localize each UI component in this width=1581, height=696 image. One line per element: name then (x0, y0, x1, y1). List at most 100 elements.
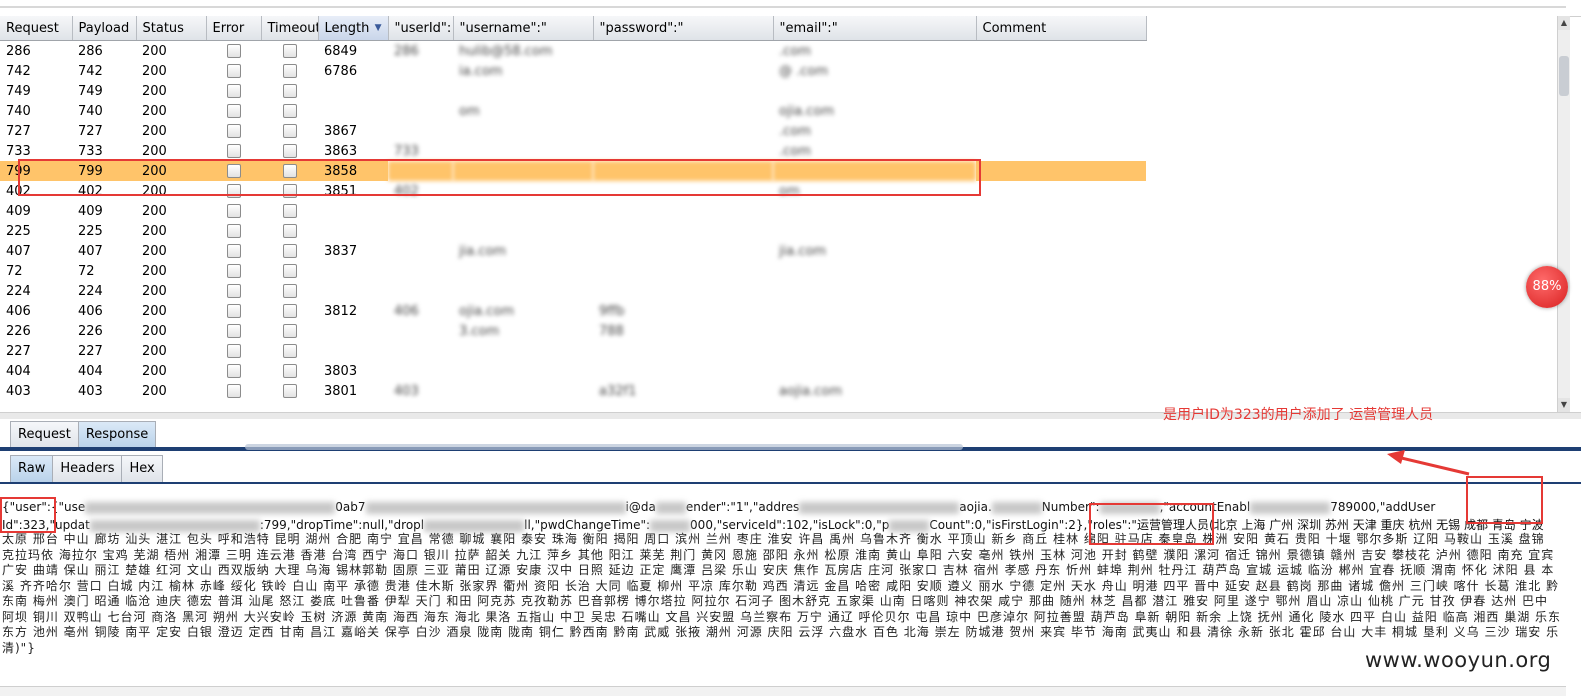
column-header[interactable]: Timeout (261, 16, 319, 41)
timeout-checkbox[interactable] (282, 124, 297, 138)
table-row[interactable]: 227 227 200 (0, 341, 1146, 361)
cell-comment (976, 121, 1146, 141)
cell-payload: 225 (78, 223, 103, 239)
tab-headers[interactable]: Headers (52, 455, 123, 482)
tab-response[interactable]: Response (77, 421, 157, 448)
scroll-down-icon[interactable]: ▼ (1558, 398, 1570, 412)
vertical-scrollbar[interactable]: ▲ ▼ (1557, 16, 1570, 412)
resp-fragment: i@da (625, 500, 656, 514)
table-row[interactable]: 749 749 200 (0, 81, 1146, 101)
column-header[interactable]: "password":" (593, 16, 774, 41)
checkbox-cell (206, 61, 261, 81)
error-checkbox[interactable] (226, 384, 241, 398)
error-checkbox[interactable] (226, 364, 241, 378)
checkbox-cell (261, 341, 318, 361)
error-checkbox[interactable] (226, 304, 241, 318)
cell-request: 403 (6, 383, 31, 399)
error-checkbox[interactable] (226, 284, 241, 298)
checkbox-cell (261, 361, 318, 381)
cell-comment (976, 201, 1146, 221)
error-checkbox[interactable] (226, 324, 241, 338)
scroll-up-icon[interactable]: ▲ (1558, 16, 1570, 30)
timeout-checkbox[interactable] (282, 244, 297, 258)
timeout-checkbox[interactable] (282, 324, 297, 338)
tab-request[interactable]: Request (10, 421, 79, 448)
error-checkbox[interactable] (226, 204, 241, 218)
percent-badge[interactable]: 88% (1526, 266, 1568, 308)
cell-payload: 226 (78, 323, 103, 339)
cell-payload: 727 (78, 123, 103, 139)
cell-payload: 406 (78, 303, 103, 319)
table-row[interactable]: 404 404 200 3803 (0, 361, 1146, 381)
table-row[interactable]: 403 403 200 3801 403 a32f1 aojia.com (0, 381, 1146, 401)
table-row[interactable]: 727 727 200 3867 .com (0, 121, 1146, 141)
table-row[interactable]: 740 740 200 om ojia.com (0, 101, 1146, 121)
column-header[interactable]: Request (0, 16, 73, 41)
resp-fragment: aojia. (959, 500, 992, 514)
column-header[interactable]: Payload (72, 16, 137, 41)
timeout-checkbox[interactable] (282, 44, 297, 58)
cell-status: 200 (142, 263, 167, 279)
cell-length (318, 341, 388, 361)
cell-status: 200 (142, 243, 167, 259)
table-row[interactable]: 409 409 200 (0, 201, 1146, 221)
cell-userid (388, 281, 453, 301)
error-checkbox[interactable] (226, 44, 241, 58)
table-row[interactable]: 224 224 200 (0, 281, 1146, 301)
cell-email (773, 201, 976, 221)
table-row[interactable]: 72 72 200 (0, 261, 1146, 281)
timeout-checkbox[interactable] (282, 224, 297, 238)
tab-hex[interactable]: Hex (121, 455, 163, 482)
scroll-thumb[interactable] (1559, 56, 1569, 96)
column-header-label: Status (142, 20, 184, 36)
column-header[interactable]: "username":" (453, 16, 594, 41)
column-header[interactable]: Error (206, 16, 262, 41)
column-header[interactable]: Length ▼ (318, 16, 389, 41)
cell-userid (388, 261, 453, 281)
timeout-checkbox[interactable] (282, 384, 297, 398)
table-row[interactable]: 286 286 200 6849 286 hulib@58.com .com (0, 41, 1146, 62)
timeout-checkbox[interactable] (282, 64, 297, 78)
timeout-checkbox[interactable] (282, 264, 297, 278)
table-row[interactable]: 742 742 200 6786 ia.com @ .com (0, 61, 1146, 81)
error-checkbox[interactable] (226, 224, 241, 238)
results-grid: Request Payload Status Error Timeout Length ▼ "… (0, 16, 1147, 401)
results-rows: 286 286 200 6849 286 hulib@58.com .com 742 742 20… (0, 41, 1146, 402)
tab-raw[interactable]: Raw (10, 455, 54, 482)
timeout-checkbox[interactable] (282, 204, 297, 218)
response-body[interactable]: {"user":{"use 0ab7 i@da ender":"1","addres a… (0, 488, 1566, 688)
error-checkbox[interactable] (226, 124, 241, 138)
error-checkbox[interactable] (226, 104, 241, 118)
timeout-checkbox[interactable] (282, 144, 297, 158)
table-row[interactable]: 225 225 200 (0, 221, 1146, 241)
checkbox-cell (261, 221, 318, 241)
cell-password (593, 221, 773, 241)
error-checkbox[interactable] (226, 244, 241, 258)
timeout-checkbox[interactable] (282, 344, 297, 358)
column-header[interactable]: "email":" (773, 16, 977, 41)
error-checkbox[interactable] (226, 264, 241, 278)
cell-email: .com (779, 43, 811, 59)
error-checkbox[interactable] (226, 144, 241, 158)
timeout-checkbox[interactable] (282, 104, 297, 118)
column-header[interactable]: Status (136, 16, 207, 41)
table-row[interactable]: 406 406 200 3812 406 ojia.com 9ffb (0, 301, 1146, 321)
cell-userid (388, 201, 453, 221)
table-row[interactable]: 733 733 200 3863 733 .com (0, 141, 1146, 161)
timeout-checkbox[interactable] (282, 364, 297, 378)
splitter-grip[interactable] (245, 444, 963, 450)
error-checkbox[interactable] (226, 84, 241, 98)
annotation-text: 是用户ID为323的用户添加了 运营管理人员 (1163, 407, 1434, 423)
timeout-checkbox[interactable] (282, 304, 297, 318)
column-header-label: Payload (78, 20, 130, 36)
table-row[interactable]: 226 226 200 3.com 788 (0, 321, 1146, 341)
error-checkbox[interactable] (226, 344, 241, 358)
checkbox-cell (206, 241, 261, 261)
cell-comment (976, 221, 1146, 241)
error-checkbox[interactable] (226, 64, 241, 78)
timeout-checkbox[interactable] (282, 84, 297, 98)
column-header[interactable]: "userId": (388, 16, 454, 41)
timeout-checkbox[interactable] (282, 284, 297, 298)
table-row[interactable]: 407 407 200 3837 jia.com jia.com (0, 241, 1146, 261)
column-header[interactable]: Comment (976, 16, 1147, 41)
